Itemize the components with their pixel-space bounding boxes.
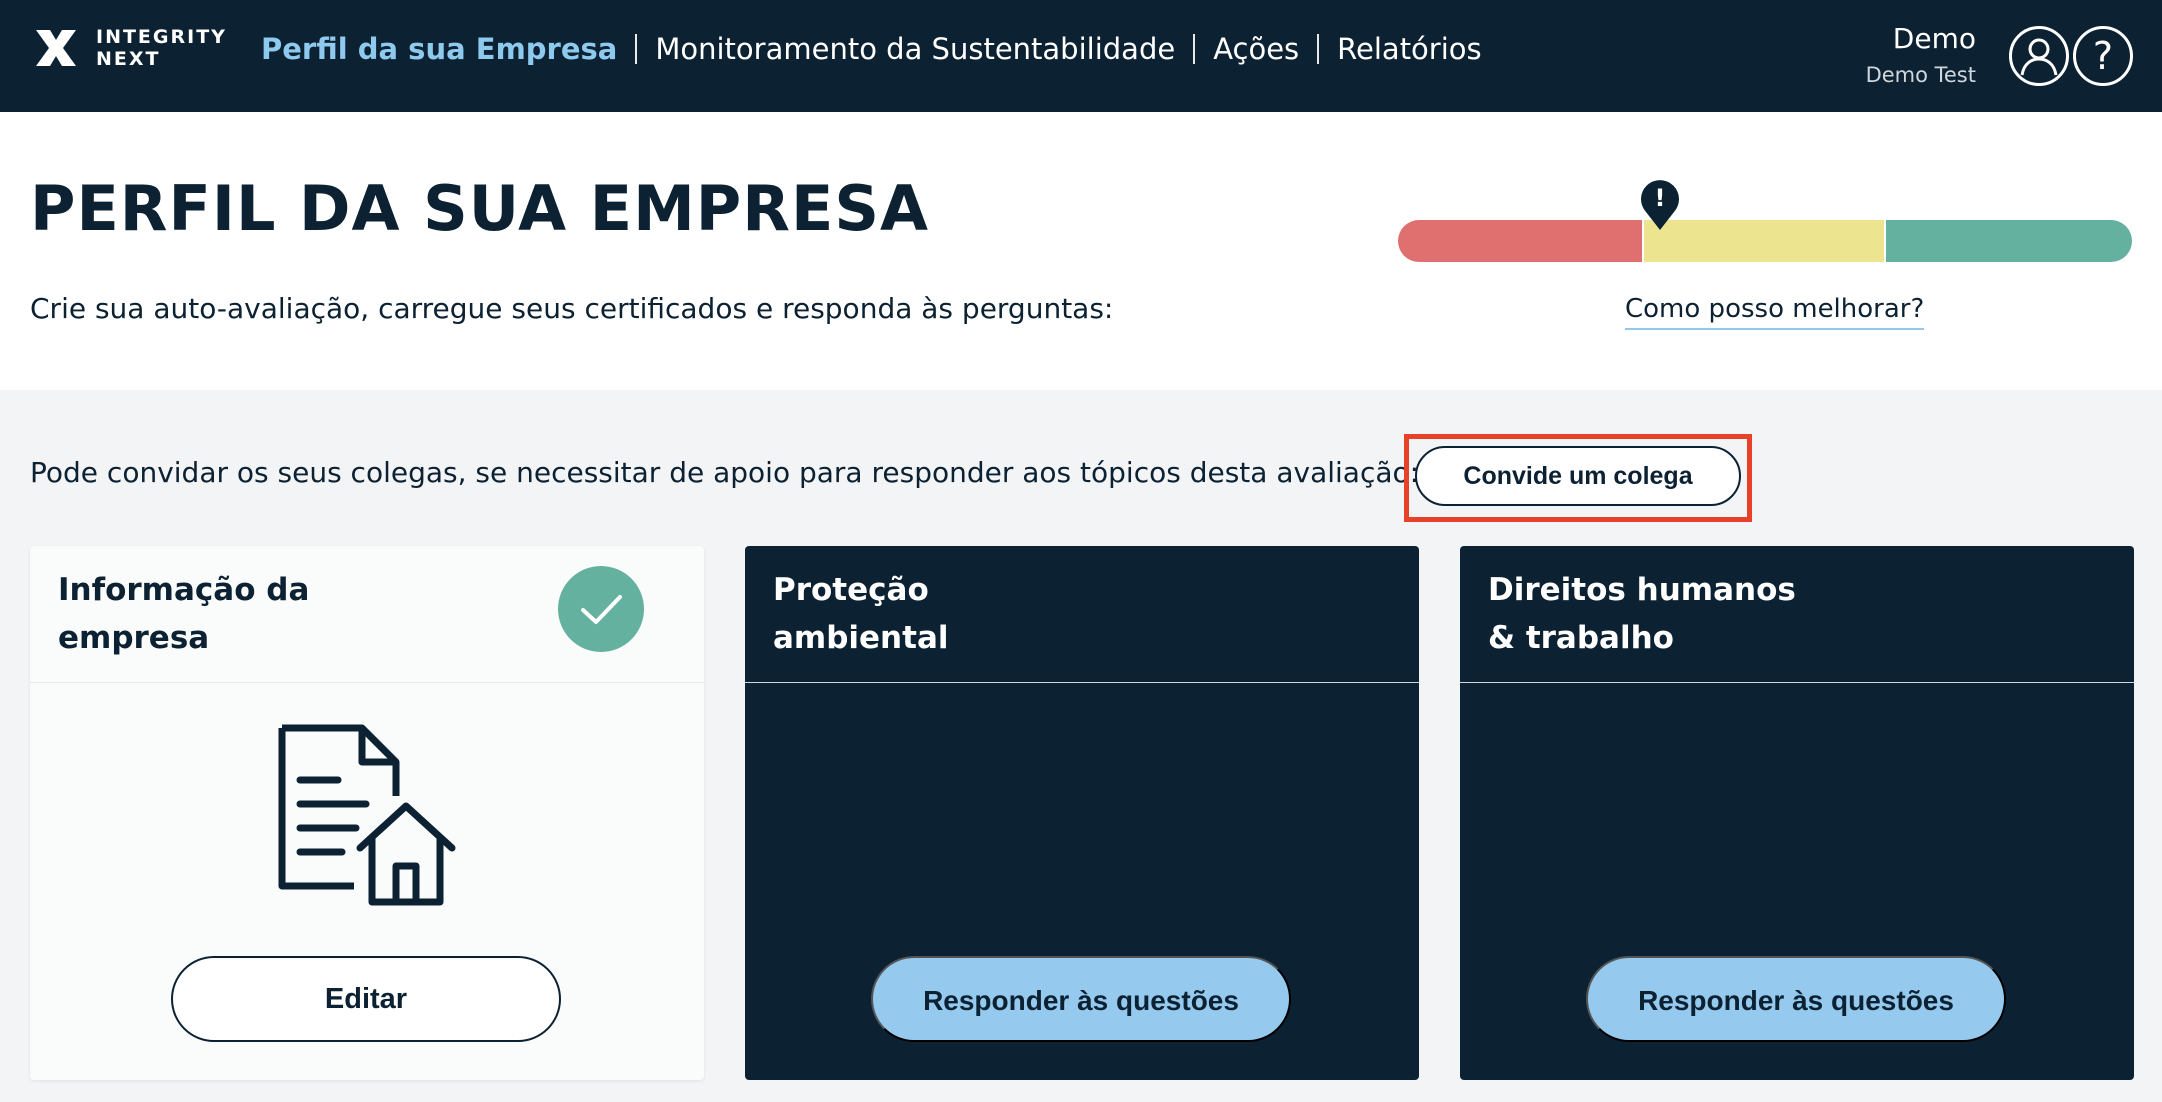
card-title: Proteção ambiental bbox=[773, 566, 949, 662]
user-avatar-icon[interactable] bbox=[2009, 26, 2069, 86]
score-marker-symbol: ! bbox=[1655, 184, 1666, 212]
nav-item-actions[interactable]: Ações bbox=[1213, 32, 1299, 66]
logo-text-line1: INTEGRITY bbox=[96, 26, 227, 48]
edit-button[interactable]: Editar bbox=[171, 956, 561, 1042]
card-company-information[interactable]: Informação da empresa Editar bbox=[30, 546, 704, 1080]
answer-questions-button[interactable]: Responder às questões bbox=[1586, 956, 2006, 1042]
card-title-line1: Informação da bbox=[58, 572, 310, 608]
integrity-next-logo[interactable]: INTEGRITY NEXT bbox=[30, 22, 227, 74]
user-company: Demo Test bbox=[1865, 63, 1976, 87]
invite-colleague-button[interactable]: Convide um colega bbox=[1415, 446, 1741, 506]
nav-separator bbox=[635, 34, 638, 64]
nav-item-sustainability-monitoring[interactable]: Monitoramento da Sustentabilidade bbox=[655, 32, 1175, 66]
card-title-line2: & trabalho bbox=[1488, 620, 1674, 656]
logo-text: INTEGRITY NEXT bbox=[96, 26, 227, 70]
card-title-line1: Direitos humanos bbox=[1488, 572, 1796, 608]
card-title-line2: ambiental bbox=[773, 620, 949, 656]
top-navigation-bar: INTEGRITY NEXT Perfil da sua Empresa Mon… bbox=[0, 0, 2162, 112]
card-title: Direitos humanos & trabalho bbox=[1488, 566, 1796, 662]
nav-separator bbox=[1317, 34, 1320, 64]
answer-questions-button[interactable]: Responder às questões bbox=[871, 956, 1291, 1042]
card-title-line2: empresa bbox=[58, 620, 210, 656]
nav-item-reports[interactable]: Relatórios bbox=[1337, 32, 1481, 66]
user-name: Demo bbox=[1892, 22, 1976, 55]
nav-separator bbox=[1193, 34, 1196, 64]
check-icon bbox=[558, 566, 644, 652]
card-header: Direitos humanos & trabalho bbox=[1460, 546, 2134, 683]
user-info[interactable]: Demo Demo Test bbox=[1866, 22, 1976, 87]
invite-colleague-text: Pode convidar os seus colegas, se necess… bbox=[30, 456, 1420, 489]
card-human-rights-labor[interactable]: Direitos humanos & trabalho Responder às… bbox=[1460, 546, 2134, 1080]
logo-text-line2: NEXT bbox=[96, 48, 161, 70]
how-to-improve-link[interactable]: Como posso melhorar? bbox=[1625, 294, 1925, 330]
score-segment-red bbox=[1398, 220, 1642, 262]
document-home-icon bbox=[278, 724, 456, 906]
hero-section: PERFIL DA SUA EMPRESA Crie sua auto-aval… bbox=[0, 112, 2162, 390]
score-marker-icon: ! bbox=[1641, 180, 1679, 230]
sustainability-score-bar bbox=[1398, 220, 2132, 262]
page-subtitle: Crie sua auto-avaliação, carregue seus c… bbox=[30, 292, 1114, 325]
score-segment-green bbox=[1886, 220, 2132, 262]
card-title: Informação da empresa bbox=[58, 566, 309, 662]
nav-item-company-profile[interactable]: Perfil da sua Empresa bbox=[261, 32, 617, 66]
card-title-line1: Proteção bbox=[773, 572, 929, 608]
page-title: PERFIL DA SUA EMPRESA bbox=[30, 172, 929, 245]
main-nav: Perfil da sua Empresa Monitoramento da S… bbox=[261, 32, 1482, 66]
help-icon[interactable]: ? bbox=[2073, 26, 2133, 86]
card-header: Informação da empresa bbox=[30, 546, 704, 683]
card-header: Proteção ambiental bbox=[745, 546, 1419, 683]
card-environmental-protection[interactable]: Proteção ambiental Responder às questões bbox=[745, 546, 1419, 1080]
x-logo-icon bbox=[36, 30, 76, 66]
